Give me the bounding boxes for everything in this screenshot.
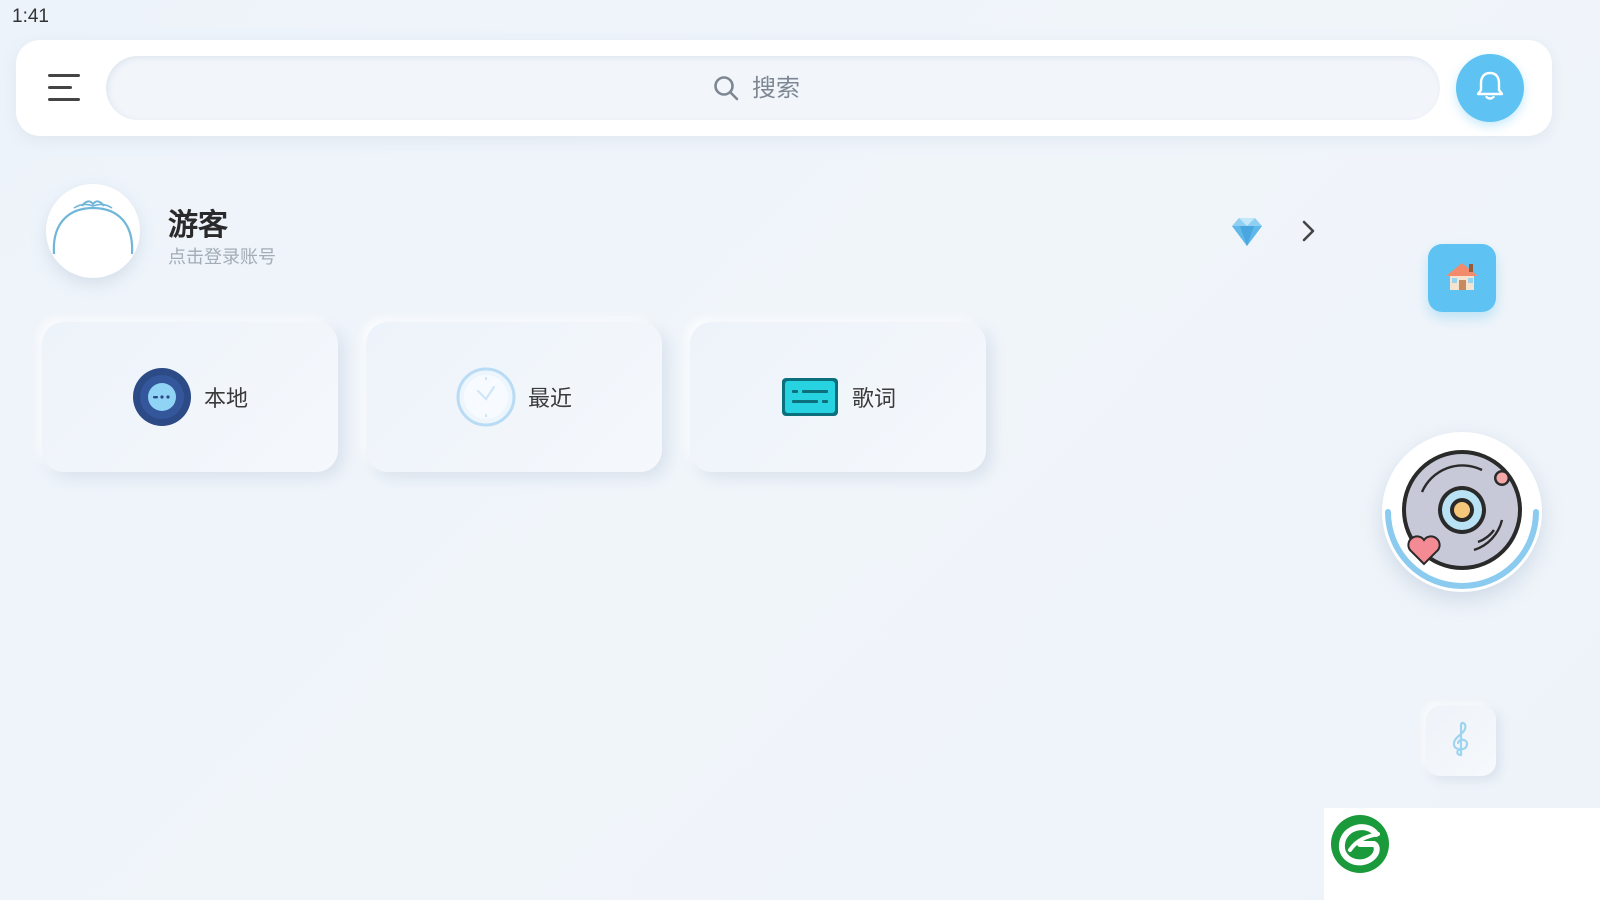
search-bar[interactable]	[106, 56, 1440, 120]
vinyl-disc-icon	[132, 367, 192, 427]
notification-button[interactable]	[1456, 54, 1524, 122]
clock-icon	[456, 367, 516, 427]
quick-card-lyrics[interactable]: 歌词	[690, 322, 986, 472]
brand-logo-icon	[1330, 814, 1390, 874]
now-playing-disc[interactable]	[1382, 432, 1542, 592]
brand-logo-panel	[1324, 808, 1600, 900]
chevron-right-icon[interactable]	[1298, 216, 1320, 246]
bell-icon	[1472, 68, 1508, 108]
avatar[interactable]	[46, 184, 140, 278]
diamond-icon[interactable]	[1226, 212, 1268, 252]
lyrics-card-icon	[780, 367, 840, 427]
quick-card-label: 歌词	[851, 387, 896, 412]
quick-card-recent[interactable]: 最近	[366, 322, 662, 472]
login-prompt[interactable]: 点击登录账号	[168, 243, 276, 269]
music-button[interactable]	[1426, 706, 1496, 776]
home-icon	[1442, 258, 1482, 298]
top-bar	[16, 40, 1552, 136]
user-name[interactable]: 游客	[168, 200, 228, 244]
home-button[interactable]	[1428, 244, 1496, 312]
treble-clef-icon	[1447, 719, 1475, 763]
search-input[interactable]	[750, 73, 834, 103]
quick-card-label: 本地	[203, 387, 248, 412]
vinyl-player-icon	[1382, 450, 1542, 596]
status-time: 1:41	[12, 6, 49, 27]
quick-card-local[interactable]: 本地	[42, 322, 338, 472]
quick-card-label: 最近	[527, 387, 572, 412]
search-icon	[712, 74, 740, 102]
hamburger-menu-icon[interactable]	[46, 70, 86, 106]
